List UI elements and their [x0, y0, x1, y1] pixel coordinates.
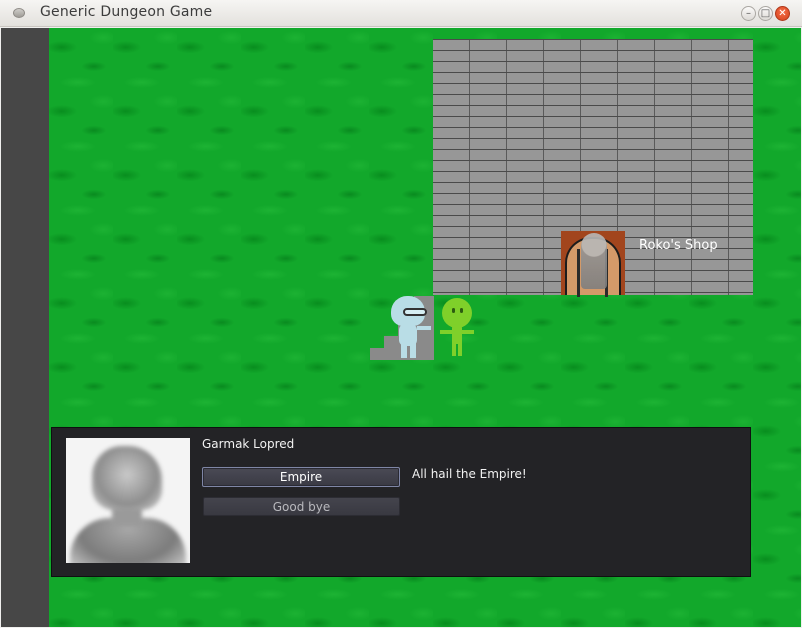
npc-goblin-sprite[interactable] — [438, 298, 482, 360]
door-stripe — [577, 249, 580, 297]
window-menu-icon[interactable] — [13, 8, 25, 18]
goblin-arm — [462, 330, 474, 334]
knight-leg — [410, 342, 416, 358]
goblin-leg — [452, 340, 456, 356]
dialog-panel: Garmak Lopred Empire Good bye All hail t… — [51, 427, 751, 577]
player-knight-sprite — [387, 296, 437, 360]
knight-arm — [417, 326, 431, 330]
window-titlebar: Generic Dungeon Game – □ ✕ — [0, 0, 802, 27]
goblin-eye — [452, 308, 455, 313]
portrait-head — [92, 446, 162, 510]
window-title: Generic Dungeon Game — [40, 4, 213, 20]
knight-visor — [403, 308, 427, 316]
npc-reply-text: All hail the Empire! — [412, 467, 527, 481]
left-sidebar-strip — [1, 28, 49, 627]
goblin-arm — [440, 330, 452, 334]
dialog-option-goodbye-button[interactable]: Good bye — [203, 497, 400, 516]
npc-name: Garmak Lopred — [202, 437, 295, 451]
knight-leg — [401, 342, 407, 358]
npc-portrait — [66, 438, 190, 563]
goblin-leg — [458, 340, 462, 356]
close-button[interactable]: ✕ — [775, 6, 790, 21]
knight-helmet — [391, 296, 427, 326]
shopkeeper-sprite — [581, 233, 607, 289]
dialog-option-empire-button[interactable]: Empire — [202, 467, 400, 487]
goblin-eye — [460, 308, 463, 313]
maximize-button[interactable]: □ — [758, 6, 773, 21]
minimize-button[interactable]: – — [741, 6, 756, 21]
shop-door[interactable] — [561, 231, 625, 297]
shop-label: Roko's Shop — [639, 238, 718, 253]
